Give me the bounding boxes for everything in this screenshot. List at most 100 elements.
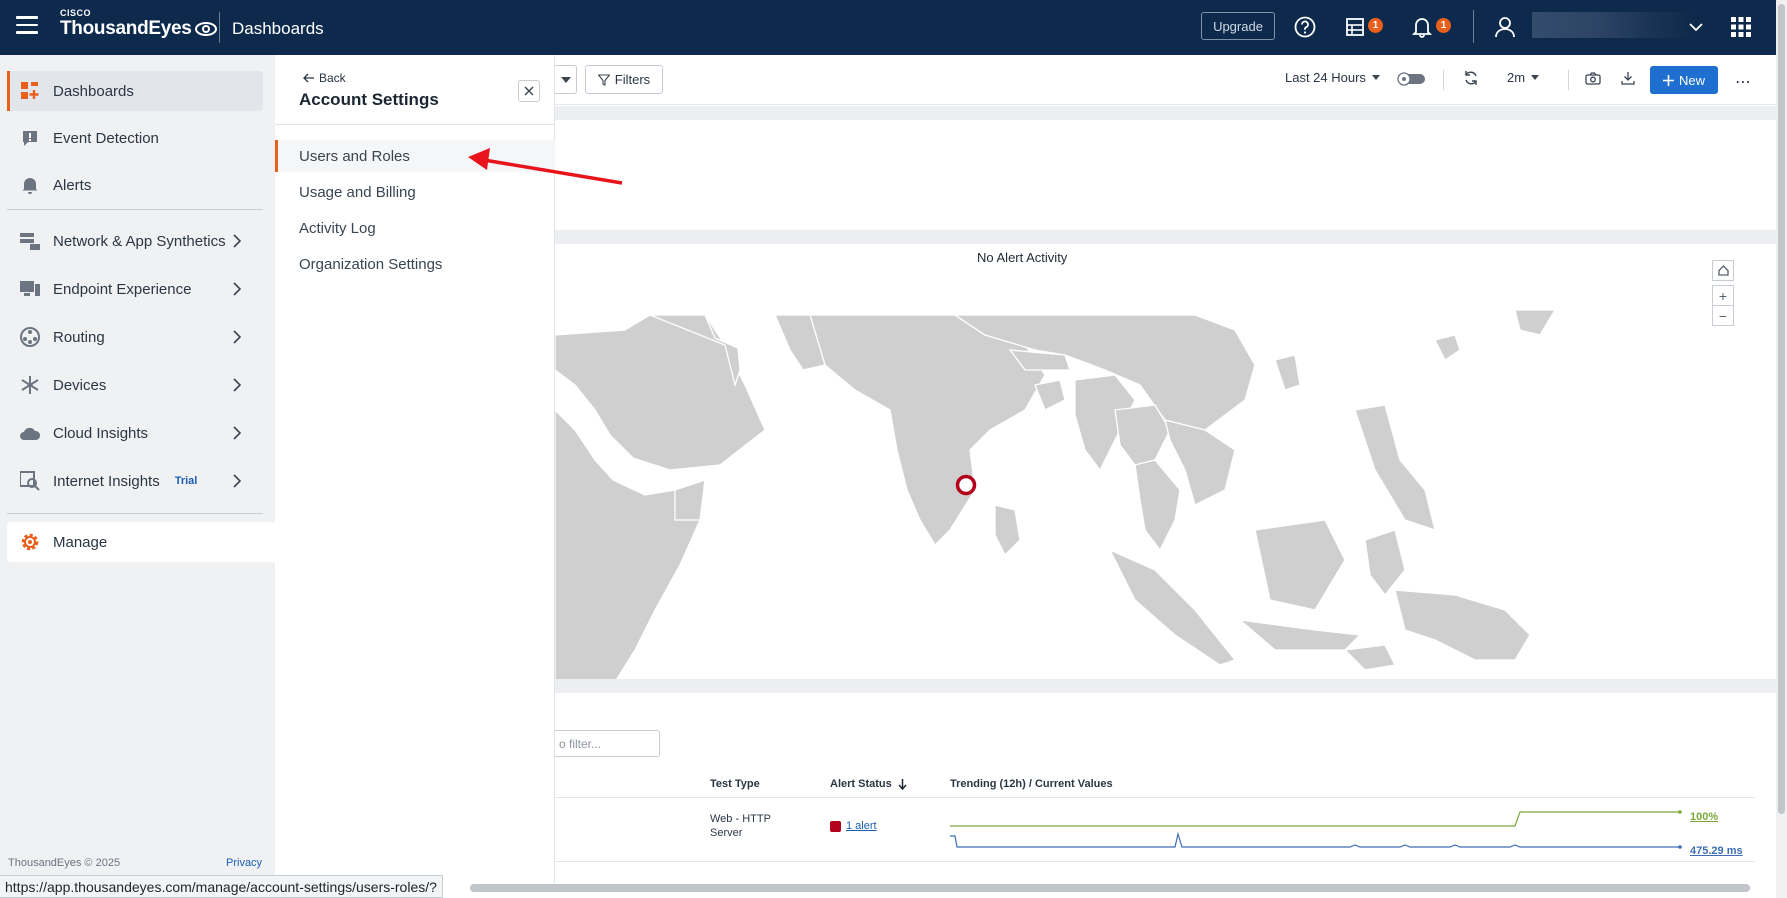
live-toggle[interactable] [1397,72,1427,86]
close-icon [524,86,534,96]
nav-label: Manage [53,533,108,551]
sulawesi [1364,529,1406,597]
cisco-wordmark: CISCO [60,8,92,18]
filters-button[interactable]: Filters [585,65,663,94]
map-zoom-out-button[interactable]: − [1712,305,1734,326]
column-header-alert-status[interactable]: Alert Status [830,778,907,790]
sumatra [1108,548,1237,666]
map-home-button[interactable] [1712,260,1734,281]
table-filter-input[interactable]: o filter... [550,730,660,757]
eye-icon [194,22,217,36]
refresh-interval-label: 2m [1507,70,1526,85]
filter-icon [597,73,610,86]
close-panel-button[interactable] [518,80,540,102]
chevron-down-icon[interactable] [1683,14,1709,40]
help-icon[interactable] [1292,14,1318,40]
nav-item-internet-insights[interactable]: Internet Insights Trial [7,461,263,501]
borneo [1254,519,1346,611]
download-icon[interactable] [1621,71,1635,85]
app-title: Dashboards [232,19,324,38]
response-time-value[interactable]: 475.29 ms [1690,845,1743,857]
nav-item-network-app-synthetics[interactable]: Network & App Synthetics [7,221,263,261]
nav-item-dashboards[interactable]: Dashboards [7,71,263,111]
column-header-test-type[interactable]: Test Type [710,778,760,790]
cloud-icon [19,422,41,444]
java [1237,619,1362,651]
upgrade-button[interactable]: Upgrade [1201,12,1275,40]
nav-item-routing[interactable]: Routing [7,317,263,357]
map-zoom-in-button[interactable]: + [1712,285,1734,306]
availability-value[interactable]: 100% [1690,811,1718,823]
camera-icon[interactable] [1585,72,1601,85]
test-type-line: Web - HTTP [710,813,771,825]
back-label: Back [319,71,346,85]
bell-icon[interactable] [1409,14,1435,40]
reports-icon[interactable] [1342,14,1368,40]
refresh-icon[interactable] [1463,70,1479,86]
nav-item-alerts[interactable]: Alerts [7,165,263,205]
arrow-down-icon [898,778,907,790]
nav-item-cloud-insights[interactable]: Cloud Insights [7,413,263,453]
horizontal-scrollbar[interactable] [470,884,1750,892]
user-avatar-icon[interactable] [1492,14,1518,40]
panel-item-organization-settings[interactable]: Organization Settings [275,248,555,280]
column-header-trending[interactable]: Trending (12h) / Current Values [950,778,1113,790]
response-time-sparkline [950,831,1680,848]
app-launcher-icon[interactable] [1728,14,1754,40]
top-bar: CISCO ThousandEyes Dashboards Upgrade 1 … [0,0,1787,55]
table-header-divider [555,797,1755,798]
nav-separator [7,209,263,210]
new-button[interactable]: New [1650,66,1718,94]
dashboard-select-dropdown[interactable] [555,65,577,94]
nav-label: Routing [53,328,105,346]
nav-item-devices[interactable]: Devices [7,365,263,405]
more-options-icon[interactable]: ⋯ [1735,72,1752,92]
time-range-dropdown[interactable]: Last 24 Hours [1285,70,1380,85]
column-header-label: Alert Status [830,778,892,790]
back-link[interactable]: Back [303,71,346,85]
toolbar-divider [1568,70,1569,90]
nav-item-event-detection[interactable]: Event Detection [7,118,263,158]
timor [1343,644,1396,671]
availability-sparkline [950,811,1680,827]
caret-down-icon [1371,75,1380,80]
nav-label: Internet Insights [53,472,160,490]
header-divider-2 [1473,10,1474,43]
toggle-switch-icon [1397,72,1425,86]
network-icon [19,230,41,252]
taiwan [1274,354,1301,391]
vertical-scrollbar[interactable] [1778,4,1785,814]
philippines [1354,404,1436,531]
routing-icon [19,326,41,348]
refresh-interval-dropdown[interactable]: 2m [1507,70,1540,85]
response-time-point [1678,845,1682,849]
alert-link[interactable]: 1 alert [846,820,877,832]
bell-icon [19,174,41,196]
somalia [674,479,706,521]
world-map[interactable] [555,290,1755,690]
panel-item-activity-log[interactable]: Activity Log [275,212,555,244]
chevron-right-icon [233,282,242,296]
japan-south [1434,334,1461,361]
caret-down-icon [560,76,571,83]
thousandeyes-logo[interactable]: CISCO ThousandEyes [60,8,217,40]
user-name-redacted[interactable] [1532,12,1692,38]
trending-sparklines[interactable] [950,800,1685,852]
event-detection-icon [19,127,41,149]
plus-icon [1662,74,1674,86]
privacy-link[interactable]: Privacy [226,857,262,869]
nav-item-endpoint-experience[interactable]: Endpoint Experience [7,269,263,309]
arrow-left-icon [303,73,314,83]
home-icon [1717,265,1729,276]
internet-insights-icon [19,470,41,492]
panel-header-divider [275,124,555,125]
malay-peninsula [1134,459,1181,552]
devices-icon [19,374,41,396]
nav-label: Cloud Insights [53,424,149,442]
reports-badge: 1 [1368,18,1383,33]
toolbar-divider [1443,70,1444,90]
nav-item-manage[interactable]: Manage [7,522,275,562]
hamburger-menu-icon[interactable] [16,16,38,36]
nav-label: Network & App Synthetics [53,232,226,250]
dashboard-toolbar: Filters Last 24 Hours 2m New ⋯ [555,55,1777,105]
